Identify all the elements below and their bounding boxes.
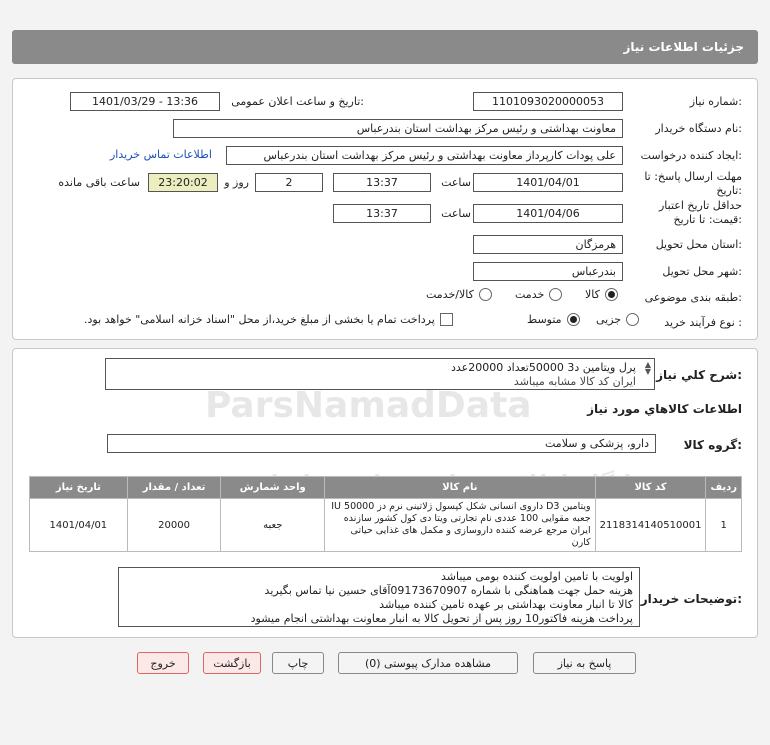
col-qty: تعداد / مقدار: [126, 476, 222, 499]
reply-button[interactable]: پاسخ به نیاز: [533, 652, 636, 674]
scroll-arrows-icon[interactable]: ▲ ▼: [645, 361, 651, 376]
view-attachments-button[interactable]: مشاهده مدارک پیوستی (0): [338, 652, 518, 674]
buyer-note-line-3: کالا تا انبار معاونت بهداشتی بر عهده تام…: [379, 598, 633, 611]
buyer-contact-link[interactable]: اطلاعات تماس خریدار: [110, 148, 212, 161]
announce-datetime-field: 1401/03/29 - 13:36: [70, 92, 220, 111]
purchase-process-label: نوع فرآیند خرید :: [664, 316, 742, 329]
summary-line-2: ایران کد کالا مشابه میباشد: [513, 375, 636, 388]
goods-group-field: دارو، پزشکی و سلامت: [107, 434, 656, 453]
category-option-service[interactable]: خدمت: [515, 288, 563, 301]
table-row[interactable]: 1 2118314140510001 ویتامین D3 داروی انسا…: [29, 498, 742, 552]
buyer-notes-label: توضیحات خریدار:: [640, 592, 742, 606]
process-option-minor[interactable]: جزیی: [596, 313, 640, 326]
table-header-row: ردیف کد کالا نام کالا واحد شمارش تعداد /…: [29, 476, 742, 499]
treasury-payment-checkbox[interactable]: [439, 313, 453, 326]
reply-deadline-date: 1401/04/01: [473, 173, 623, 192]
reply-days-field: 2: [255, 173, 323, 192]
process-minor-radio[interactable]: [626, 313, 640, 326]
summary-box: پرل ویتامین د3 50000تعداد 20000عدد ایران…: [105, 358, 655, 390]
price-validity-time-label: ساعت: [441, 207, 471, 220]
process-minor-text: جزیی: [596, 313, 622, 326]
back-button[interactable]: بازگشت: [203, 652, 261, 674]
cell-row: 1: [705, 498, 742, 552]
cell-name: ویتامین D3 داروی انسانی شکل کپسول ژلاتین…: [324, 498, 596, 552]
category-option-goods[interactable]: کالا: [585, 288, 618, 301]
buyer-note-line-2: هزینه حمل جهت هماهنگی با شماره 091736709…: [264, 584, 633, 597]
treasury-payment-text: پرداخت تمام یا بخشی از مبلغ خرید،از محل …: [84, 313, 435, 326]
reply-deadline-label-2: تاریخ:: [716, 184, 742, 197]
need-number-field: 1101093020000053: [473, 92, 623, 111]
col-date: تاریخ نیاز: [29, 476, 128, 499]
cell-qty: 20000: [126, 498, 222, 552]
summary-label: شرح کلي نياز:: [656, 368, 742, 382]
buyer-org-label: نام دستگاه خریدار:: [655, 122, 742, 135]
price-validity-time: 13:37: [333, 204, 431, 223]
category-goods-radio[interactable]: [604, 288, 618, 301]
category-service-text: خدمت: [515, 288, 545, 301]
delivery-province-label: استان محل تحویل:: [655, 238, 742, 251]
process-medium-radio[interactable]: [566, 313, 580, 326]
goods-info-title: اطلاعات کالاهاي مورد نياز: [587, 402, 742, 416]
summary-line-1: پرل ویتامین د3 50000تعداد 20000عدد: [451, 361, 636, 374]
cell-unit: جعبه: [220, 498, 326, 552]
items-table: ردیف کد کالا نام کالا واحد شمارش تعداد /…: [29, 476, 742, 552]
reply-days-label: روز و: [224, 176, 249, 189]
buyer-notes-box: اولویت با تامین اولویت کننده بومی میباشد…: [118, 567, 640, 627]
price-validity-date: 1401/04/06: [473, 204, 623, 223]
col-unit: واحد شمارش: [220, 476, 326, 499]
reply-deadline-time: 13:37: [333, 173, 431, 192]
cell-date: 1401/04/01: [29, 498, 128, 552]
price-validity-label-1: حداقل تاریخ اعتبار: [658, 199, 742, 212]
requester-label: ایجاد کننده درخواست:: [640, 149, 742, 162]
cell-code: 2118314140510001: [594, 498, 707, 552]
announce-datetime-label: تاریخ و ساعت اعلان عمومی:: [231, 95, 364, 108]
delivery-province-field: هرمزگان: [473, 235, 623, 254]
category-label: طبقه بندی موضوعی:: [644, 291, 742, 304]
goods-group-label: گروه کالا:: [683, 438, 742, 452]
exit-button[interactable]: خروج: [137, 652, 189, 674]
remaining-time-field: 23:20:02: [148, 173, 218, 192]
process-option-medium[interactable]: متوسط: [527, 313, 580, 326]
buyer-note-line-1: اولویت با تامین اولویت کننده بومی میباشد: [440, 570, 633, 583]
page-title: جزئیات اطلاعات نیاز: [623, 40, 744, 54]
remaining-time-label: ساعت باقی مانده: [58, 176, 140, 189]
buyer-note-line-4: پرداخت هزینه فاکتور10 روز پس از تحویل کا…: [250, 612, 633, 625]
category-option-goods-service[interactable]: کالا/خدمت: [426, 288, 492, 301]
reply-deadline-time-label: ساعت: [441, 176, 471, 189]
delivery-city-field: بندرعباس: [473, 262, 623, 281]
need-number-label: شماره نیاز:: [689, 95, 742, 108]
category-goods-service-radio[interactable]: [478, 288, 492, 301]
price-validity-label-2: قیمت: تا تاریخ:: [673, 213, 742, 226]
category-service-radio[interactable]: [549, 288, 563, 301]
page-header: جزئیات اطلاعات نیاز: [12, 30, 758, 64]
reply-deadline-label-1: مهلت ارسال پاسخ: تا: [644, 170, 742, 183]
delivery-city-label: شهر محل تحویل:: [662, 265, 742, 278]
col-code: کد کالا: [594, 476, 707, 499]
category-goods-service-text: کالا/خدمت: [426, 288, 474, 301]
treasury-payment-option[interactable]: پرداخت تمام یا بخشی از مبلغ خرید،از محل …: [84, 313, 453, 326]
requester-field: علی پودات کارپرداز معاونت بهداشتی و رئیس…: [226, 146, 623, 165]
buyer-org-field: معاونت بهداشتی و رئیس مرکز بهداشت استان …: [173, 119, 623, 138]
col-row: ردیف: [705, 476, 742, 499]
col-name: نام کالا: [324, 476, 596, 499]
print-button[interactable]: چاپ: [272, 652, 324, 674]
process-medium-text: متوسط: [527, 313, 562, 326]
category-goods-text: کالا: [585, 288, 600, 301]
